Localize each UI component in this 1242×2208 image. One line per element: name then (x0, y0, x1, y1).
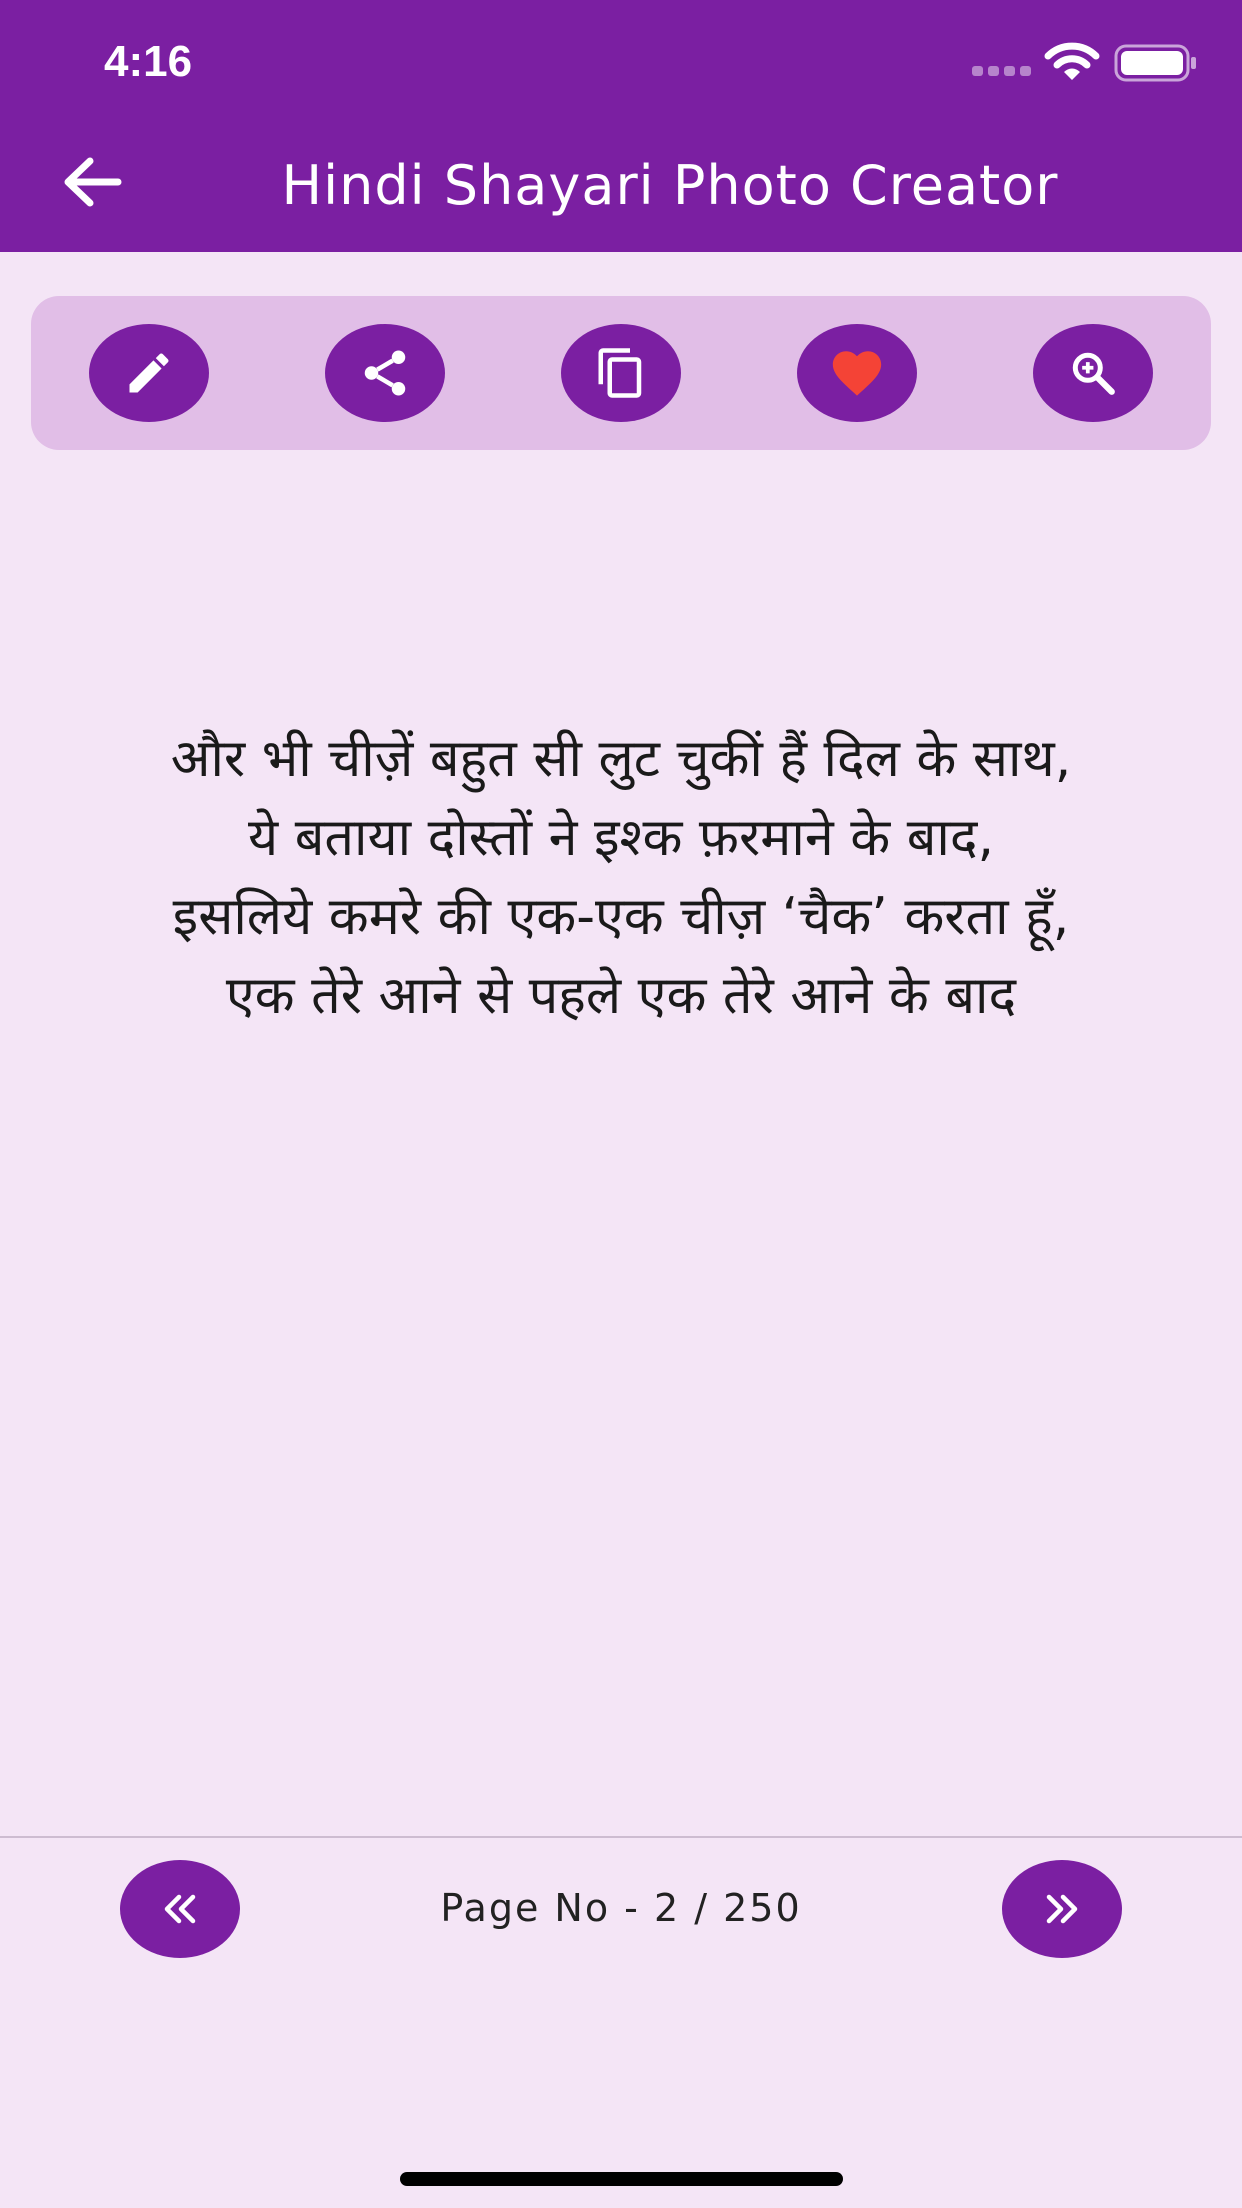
arrow-left-icon (64, 157, 122, 207)
share-icon (364, 350, 406, 396)
app-header: 4:16 Hindi Shayari Photo Creator (0, 0, 1242, 252)
wifi-icon (1044, 42, 1100, 80)
zoom-in-icon (1072, 352, 1115, 395)
pencil-icon (129, 353, 169, 393)
action-toolbar (31, 296, 1211, 450)
copy-button[interactable] (561, 324, 681, 422)
cellular-signal-icon (972, 66, 1031, 76)
chevron-double-right-icon (1046, 1894, 1078, 1924)
next-page-button[interactable] (1002, 1860, 1122, 1958)
chevron-double-left-icon (164, 1894, 196, 1924)
previous-page-button[interactable] (120, 1860, 240, 1958)
zoom-button[interactable] (1033, 324, 1153, 422)
bottom-divider (0, 1836, 1242, 1838)
edit-button[interactable] (89, 324, 209, 422)
home-indicator[interactable] (400, 2172, 843, 2186)
status-time: 4:16 (104, 37, 193, 86)
heart-icon (832, 351, 882, 396)
share-button[interactable] (325, 324, 445, 422)
copy-icon (598, 348, 642, 398)
page-title: Hindi Shayari Photo Creator (281, 154, 1059, 217)
shayari-text: और भी चीज़ें बहुत सी लुट चुकीं हैं दिल क… (170, 729, 1072, 1026)
battery-icon (1114, 44, 1196, 82)
favorite-button[interactable] (797, 324, 917, 422)
back-button[interactable] (56, 146, 128, 218)
page-number: Page No - 2 / 250 (440, 1886, 802, 1930)
